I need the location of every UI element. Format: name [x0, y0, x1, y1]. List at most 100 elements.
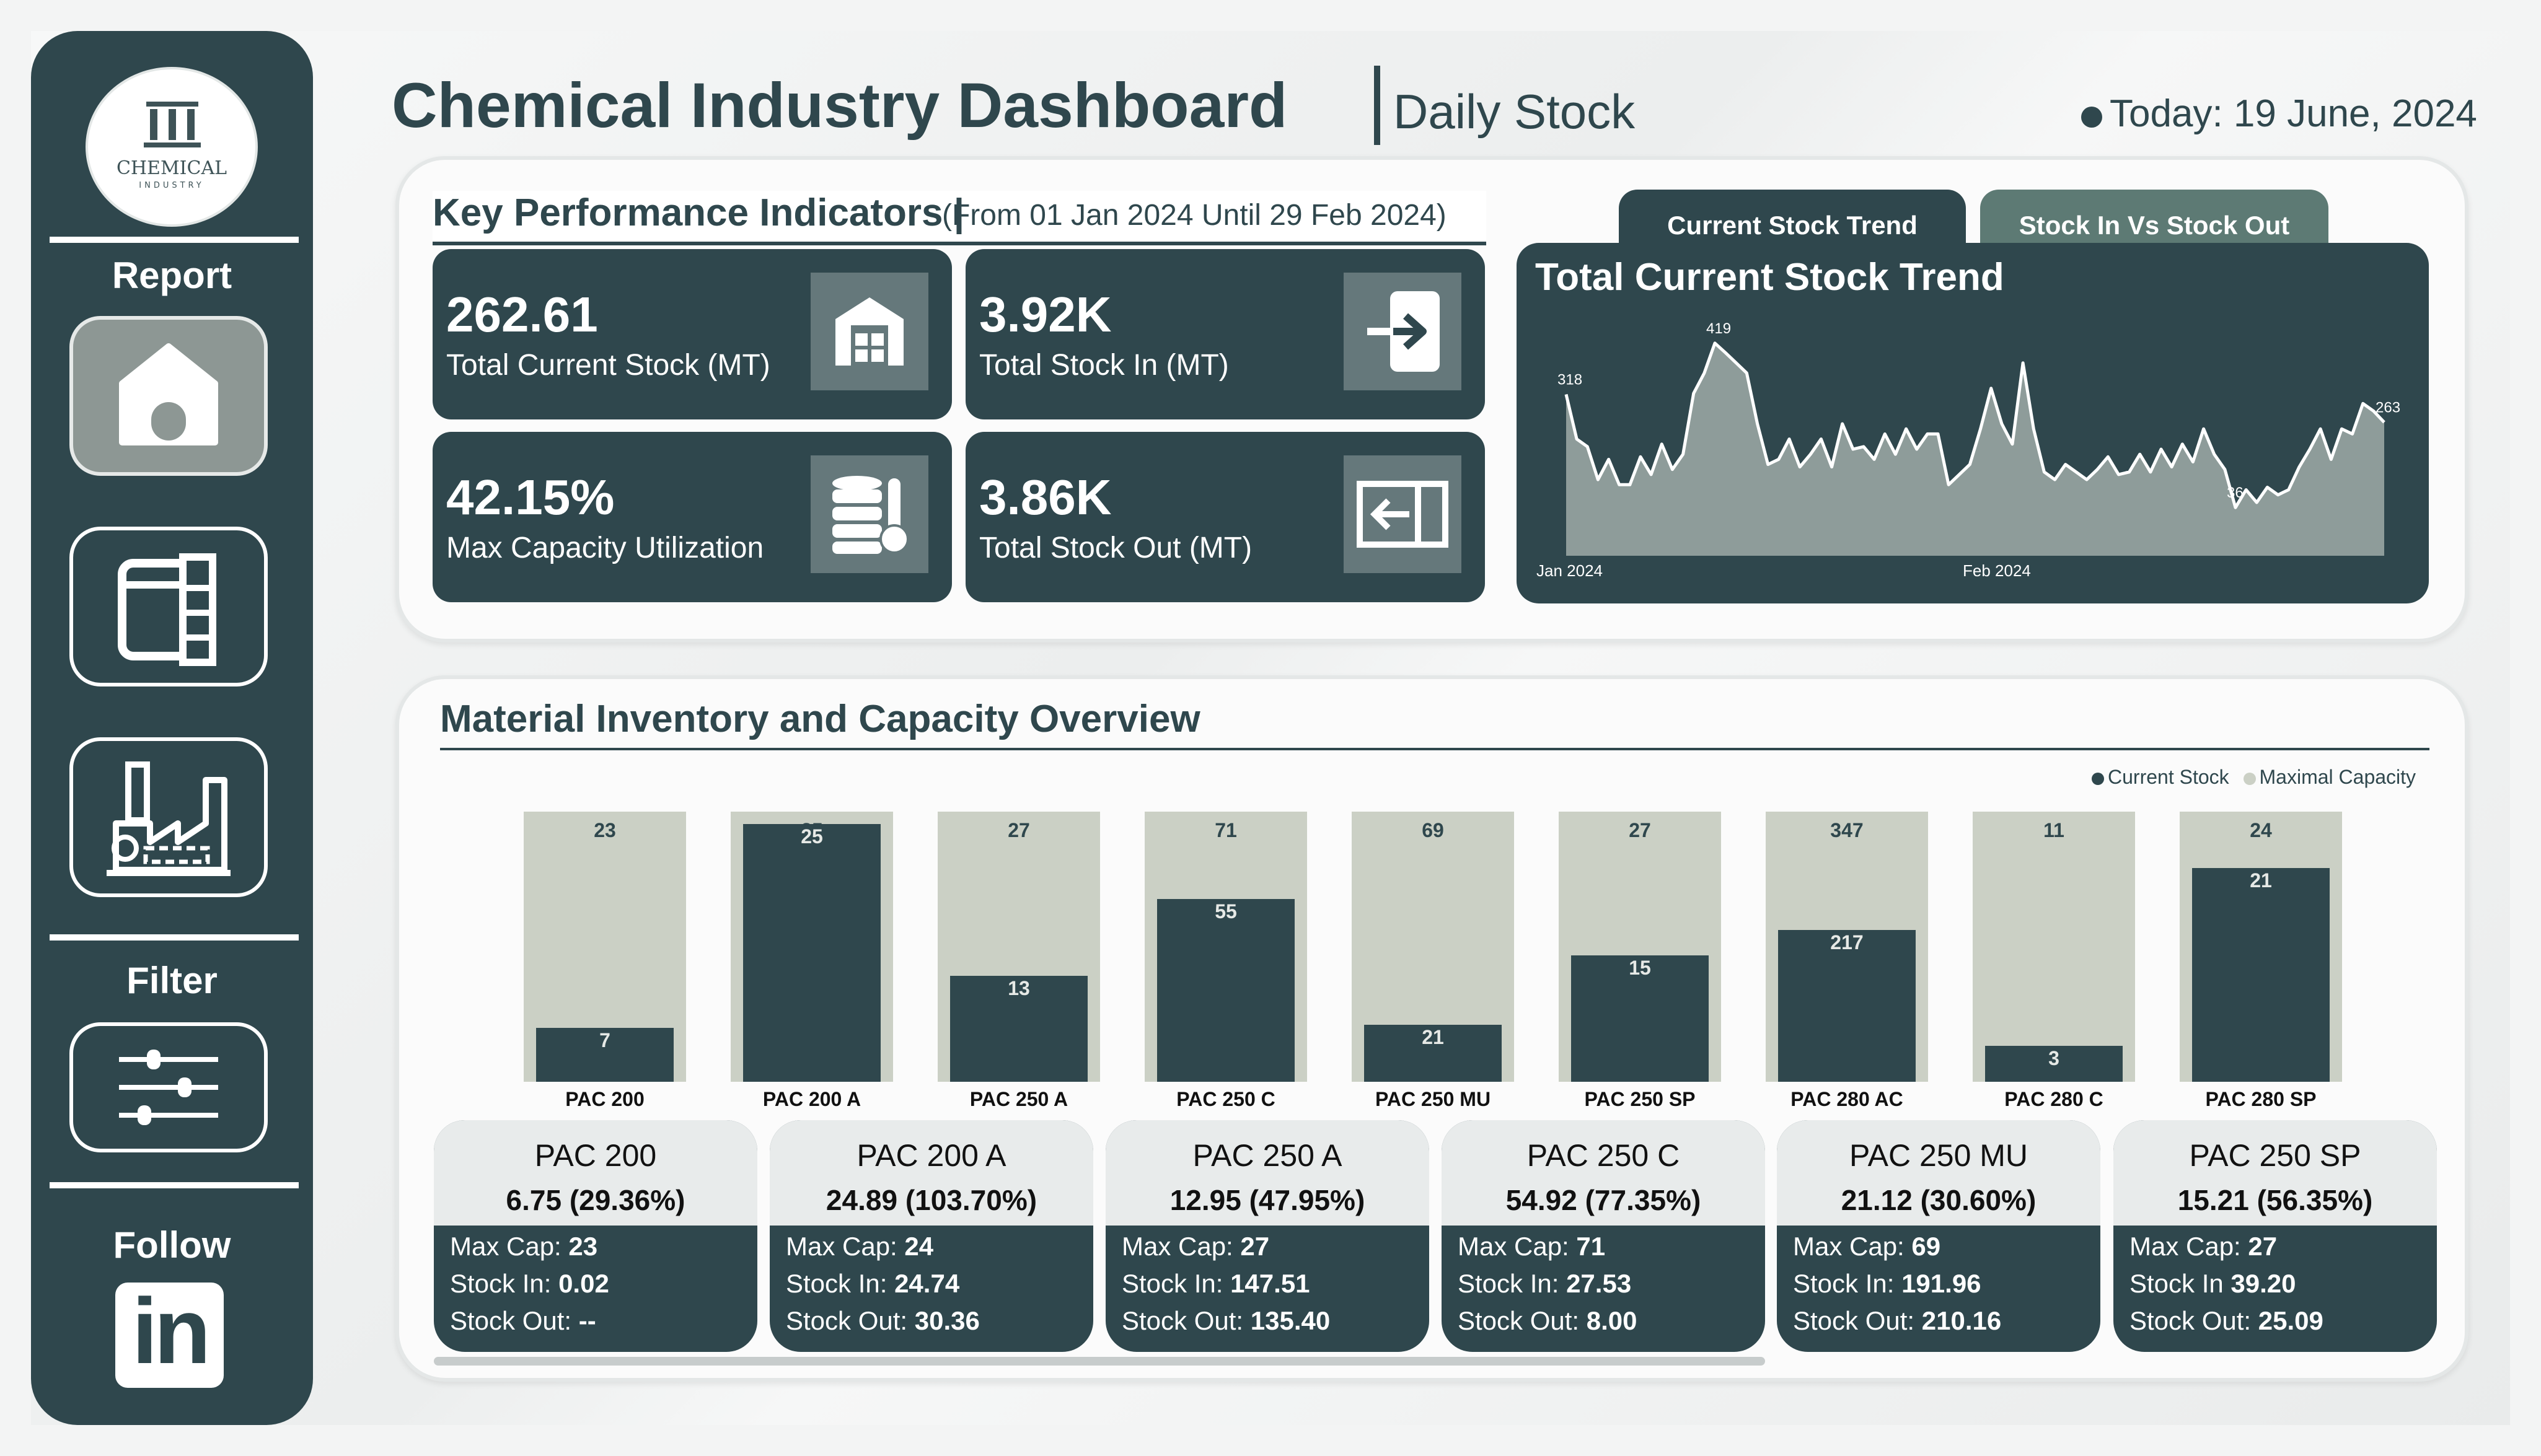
current-stock-bar[interactable] [2192, 868, 2330, 1082]
current-stock-value-label: 13 [1008, 977, 1030, 999]
kpi-value: 3.92K [979, 287, 1112, 342]
stock-in-value: 39.20 [2231, 1269, 2296, 1298]
max-cap-label: Max Cap: [1793, 1232, 1912, 1261]
warehouse-icon [811, 273, 928, 390]
kpi-label: Total Stock In (MT) [979, 349, 1229, 382]
stock-out-row: Stock Out: -- [450, 1306, 596, 1336]
product-stock-value: 6.75 (29.36%) [506, 1184, 685, 1216]
product-name: PAC 250 SP [2189, 1138, 2361, 1173]
stock-in-row: Stock In: 24.74 [786, 1269, 959, 1299]
arrow-in-icon [1344, 273, 1461, 390]
inventory-title-underline [440, 748, 2429, 750]
x-axis-label-jan: Jan 2024 [1536, 561, 1603, 580]
database-thermometer-icon [811, 455, 928, 573]
chart-legend: Current Stock Maximal Capacity [2092, 766, 2416, 789]
capacity-value-label: 347 [1830, 819, 1864, 841]
stock-out-row: Stock Out: 135.40 [1122, 1306, 1330, 1336]
max-cap-label: Max Cap: [450, 1232, 569, 1261]
product-card[interactable]: PAC 250 C 54.92 (77.35%) Max Cap: 71 Stock … [1442, 1120, 1765, 1352]
category-label: PAC 280 AC [1790, 1088, 1903, 1110]
stock-in-label: Stock In: [1458, 1269, 1567, 1298]
stock-out-value: 8.00 [1586, 1306, 1637, 1335]
max-cap-row: Max Cap: 71 [1458, 1232, 1605, 1261]
nav-storage-button[interactable] [69, 527, 268, 686]
title-separator [1374, 66, 1380, 145]
nav-home-button[interactable] [69, 316, 268, 476]
max-cap-row: Max Cap: 27 [2129, 1232, 2277, 1261]
follow-heading: Follow [113, 1224, 231, 1266]
kpi-card-stock-out: 3.86K Total Stock Out (MT) [966, 432, 1485, 602]
company-logo: CHEMICAL INDUSTRY [86, 67, 258, 227]
product-name: PAC 200 [534, 1138, 657, 1173]
current-stock-bar[interactable] [1157, 899, 1295, 1082]
current-stock-value-label: 55 [1215, 900, 1237, 923]
max-cap-value: 24 [904, 1232, 934, 1261]
report-heading: Report [112, 255, 232, 296]
sliders-icon [119, 1050, 218, 1125]
current-stock-value-label: 15 [1629, 957, 1651, 979]
product-card[interactable]: PAC 250 A 12.95 (47.95%) Max Cap: 27 Stock … [1106, 1120, 1429, 1352]
product-card[interactable]: PAC 200 6.75 (29.36%) Max Cap: 23 Stock In:… [434, 1120, 757, 1352]
capacity-value-label: 71 [1215, 819, 1237, 841]
product-card[interactable]: PAC 250 MU 21.12 (30.60%) Max Cap: 69 Stock… [1777, 1120, 2100, 1352]
kpi-label: Max Capacity Utilization [446, 532, 764, 564]
linkedin-icon[interactable]: in [115, 1279, 224, 1388]
product-name: PAC 250 C [1526, 1138, 1680, 1173]
stock-in-label: Stock In: [1793, 1269, 1902, 1298]
data-point-label: 318 [1557, 372, 1582, 388]
legend-current-stock: Current Stock [2108, 766, 2229, 788]
stock-out-label: Stock Out: [1793, 1306, 1922, 1335]
current-stock-value-label: 7 [599, 1029, 610, 1051]
stock-in-label: Stock In: [450, 1269, 559, 1298]
filter-heading: Filter [126, 960, 218, 1001]
stock-in-value: 24.74 [894, 1269, 960, 1298]
kpi-value: 3.86K [979, 470, 1112, 525]
max-cap-value: 27 [2248, 1232, 2278, 1261]
current-stock-bar[interactable] [743, 824, 881, 1082]
sidebar-divider [50, 237, 299, 243]
capacity-bar[interactable] [1973, 812, 2135, 1082]
stock-in-label: Stock In [2129, 1269, 2231, 1298]
stock-in-value: 147.51 [1230, 1269, 1310, 1298]
max-cap-label: Max Cap: [2129, 1232, 2248, 1261]
stock-in-label: Stock In: [1122, 1269, 1231, 1298]
max-cap-row: Max Cap: 27 [1122, 1232, 1269, 1261]
kpi-heading: Key Performance Indicators | (From 01 Ja… [433, 191, 1486, 245]
filter-button[interactable] [69, 1022, 268, 1152]
current-stock-value-label: 217 [1830, 931, 1864, 954]
nav-factory-button[interactable] [69, 737, 268, 897]
stock-in-value: 191.96 [1901, 1269, 1981, 1298]
x-axis-label-feb: Feb 2024 [1963, 561, 2031, 580]
today-dot-icon [2081, 107, 2102, 128]
storage-tank-icon [118, 553, 216, 666]
horizontal-scrollbar[interactable] [434, 1357, 1765, 1366]
stock-out-label: Stock Out: [786, 1306, 915, 1335]
columns-icon [144, 102, 201, 147]
tab-stock-in-vs-out[interactable]: Stock In Vs Stock Out [1980, 190, 2328, 245]
kpi-value: 42.15% [446, 470, 615, 525]
max-cap-row: Max Cap: 23 [450, 1232, 597, 1261]
kpi-title: Key Performance Indicators | [433, 191, 965, 234]
page-title: Chemical Industry Dashboard [392, 70, 1288, 141]
stock-in-row: Stock In: 0.02 [450, 1269, 609, 1299]
page-subtitle: Daily Stock [1393, 84, 1636, 139]
kpi-value: 262.61 [446, 287, 598, 342]
stock-in-row: Stock In: 191.96 [1793, 1269, 1981, 1299]
category-label: PAC 200 [565, 1088, 645, 1110]
product-stock-value: 15.21 (56.35%) [2177, 1184, 2373, 1216]
trend-chart-card: Total Current Stock Trend 318 419 36 263 Ja… [1517, 243, 2429, 603]
capacity-value-label: 11 [2043, 819, 2064, 841]
product-card[interactable]: PAC 200 A 24.89 (103.70%) Max Cap: 24 Stock… [770, 1120, 1093, 1352]
capacity-value-label: 27 [1629, 819, 1651, 841]
product-card[interactable]: PAC 250 SP 15.21 (56.35%) Max Cap: 27 Stock… [2113, 1120, 2437, 1352]
data-point-label: 263 [2376, 400, 2400, 416]
tab-current-stock-trend[interactable]: Current Stock Trend [1619, 190, 1966, 245]
max-cap-row: Max Cap: 24 [786, 1232, 933, 1261]
stock-out-label: Stock Out: [1458, 1306, 1587, 1335]
data-point-label: 36 [2227, 485, 2244, 501]
capacity-value-label: 24 [2250, 819, 2272, 841]
stock-in-row: Stock In 39.20 [2129, 1269, 2296, 1299]
max-cap-value: 23 [568, 1232, 598, 1261]
capacity-value-label: 69 [1422, 819, 1444, 841]
stock-out-row: Stock Out: 210.16 [1793, 1306, 2001, 1336]
